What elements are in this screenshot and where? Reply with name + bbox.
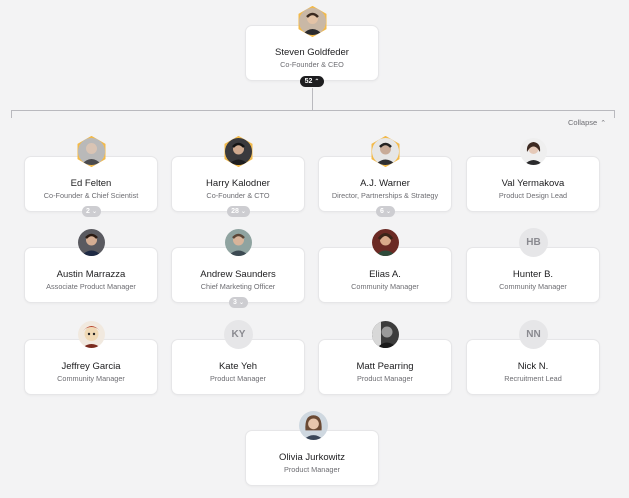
chevron-down-icon: ⌄: [240, 208, 246, 215]
person-name: Elias A.: [369, 269, 401, 280]
chevron-up-icon: ⌃: [600, 120, 607, 127]
person-role: Co-Founder & Chief Scientist: [43, 191, 139, 200]
connector-root-down: [312, 88, 313, 110]
avatar-initials: NN: [519, 320, 548, 349]
avatar-initials: KY: [224, 320, 253, 349]
reports-count: 3: [233, 299, 237, 306]
avatar: [225, 229, 252, 256]
chevron-down-icon: ⌄: [238, 299, 244, 306]
person-role: Director, Partnerships & Strategy: [331, 191, 439, 200]
person-name: Val Yermakova: [501, 178, 565, 189]
avatar: [372, 321, 399, 348]
person-role: Community Manager: [57, 374, 125, 383]
avatar: [78, 138, 105, 165]
person-name: A.J. Warner: [360, 178, 410, 189]
person-role: Associate Product Manager: [46, 282, 136, 291]
chevron-down-icon: ⌄: [385, 208, 391, 215]
person-role: Product Design Lead: [498, 191, 568, 200]
person-name: Matt Pearring: [356, 361, 414, 372]
reports-count: 2: [86, 208, 90, 215]
collapse-toggle[interactable]: Collapse ⌃: [568, 118, 606, 127]
avatar: [520, 138, 547, 165]
person-role: Chief Marketing Officer: [200, 282, 276, 291]
person-role: Community Manager: [351, 282, 419, 291]
reports-count-badge[interactable]: 28 ⌄: [227, 206, 250, 217]
reports-count: 28: [231, 208, 239, 215]
chevron-up-icon: ⌃: [314, 78, 320, 85]
avatar-initials: HB: [519, 228, 548, 257]
person-name: Kate Yeh: [218, 361, 258, 372]
person-name: Nick N.: [517, 361, 549, 372]
reports-count: 6: [380, 208, 384, 215]
reports-count-badge[interactable]: 3 ⌄: [229, 297, 248, 308]
avatar: [78, 321, 105, 348]
reports-count-badge[interactable]: 2 ⌄: [82, 206, 101, 217]
person-role: Recruitment Lead: [504, 374, 562, 383]
reports-count: 52: [304, 78, 313, 85]
person-role: Product Manager: [210, 374, 266, 383]
person-role: Co-Founder & CTO: [206, 191, 270, 200]
person-role: Community Manager: [499, 282, 567, 291]
avatar: [225, 138, 252, 165]
person-name: Austin Marrazza: [56, 269, 126, 280]
chevron-down-icon: ⌄: [91, 208, 97, 215]
avatar: [78, 229, 105, 256]
person-name: Andrew Saunders: [200, 269, 276, 280]
person-name: Olivia Jurkowitz: [279, 452, 345, 463]
connector-horizontal: [11, 110, 615, 111]
person-name: Ed Felten: [70, 178, 112, 189]
connector-right-drop: [614, 110, 615, 118]
avatar: [299, 411, 328, 440]
avatar: [372, 229, 399, 256]
person-role: Product Manager: [284, 465, 340, 474]
person-name: Steven Goldfeder: [275, 47, 349, 58]
collapse-label: Collapse: [568, 118, 598, 127]
avatar: [372, 138, 399, 165]
person-role: Co-Founder & CEO: [280, 60, 344, 69]
avatar: [299, 8, 326, 35]
connector-left-drop: [11, 110, 12, 118]
person-name: Hunter B.: [512, 269, 554, 280]
person-name: Harry Kalodner: [206, 178, 270, 189]
reports-count-badge[interactable]: 6 ⌄: [376, 206, 395, 217]
person-role: Product Manager: [357, 374, 413, 383]
reports-count-badge[interactable]: 52 ⌃: [300, 76, 324, 87]
person-name: Jeffrey Garcia: [61, 361, 121, 372]
